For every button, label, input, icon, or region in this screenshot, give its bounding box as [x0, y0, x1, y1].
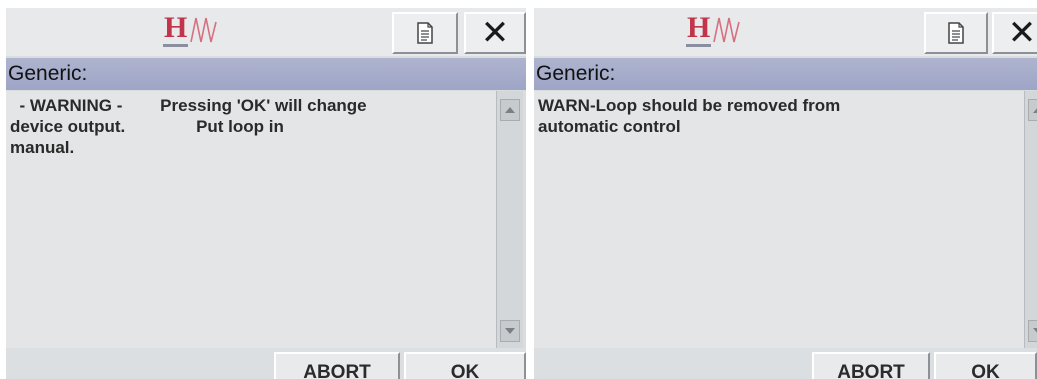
vertical-scrollbar[interactable]: [1024, 91, 1037, 348]
dialog-title-bar: Generic:: [534, 58, 1037, 90]
message-line: automatic control: [538, 117, 681, 136]
scroll-up-arrow-icon: [505, 107, 515, 113]
message-area: - WARNING - Pressing 'OK' will change de…: [6, 91, 496, 348]
scroll-up-button[interactable]: [1028, 99, 1037, 121]
document-icon: [948, 22, 964, 44]
scroll-down-button[interactable]: [500, 320, 520, 342]
action-bar: ABORT OK: [6, 348, 526, 379]
document-button[interactable]: [392, 12, 458, 54]
document-button[interactable]: [924, 12, 988, 54]
logo-letter: H: [163, 12, 189, 47]
dialog-title: Generic:: [536, 62, 616, 85]
ok-button[interactable]: OK: [934, 352, 1037, 379]
close-button[interactable]: ✕: [992, 12, 1037, 54]
abort-button[interactable]: ABORT: [274, 352, 400, 379]
logo-wave-icon: [713, 17, 741, 43]
message-line: WARN-Loop should be removed from: [538, 96, 841, 115]
scroll-down-arrow-icon: [505, 328, 515, 334]
scroll-up-button[interactable]: [500, 99, 520, 121]
scroll-down-arrow-icon: [1033, 328, 1037, 333]
dialog-title: Generic:: [8, 62, 88, 85]
message-line: - WARNING - Pressing 'OK' will change: [10, 96, 367, 115]
ok-button[interactable]: OK: [404, 352, 526, 379]
device-screen-right: H ✕ Generic: WARN-Loop should be removed…: [534, 8, 1037, 379]
close-button[interactable]: ✕: [464, 12, 526, 54]
logo-wave-icon: [190, 17, 218, 43]
close-icon: ✕: [1007, 13, 1037, 53]
hw-logo: H: [686, 12, 743, 52]
message-line: manual.: [10, 138, 75, 157]
device-screen-left: H ✕ Generic: - WARNING - Pressing 'OK' w…: [6, 8, 526, 379]
message-area: WARN-Loop should be removed from automat…: [534, 91, 1024, 348]
scroll-up-arrow-icon: [1033, 108, 1037, 113]
dialog-title-bar: Generic:: [6, 58, 526, 90]
message-line: device output. Put loop in: [10, 117, 284, 136]
document-icon: [417, 22, 433, 44]
action-bar: ABORT OK: [534, 348, 1037, 379]
close-icon: ✕: [480, 13, 510, 53]
screenshot-pair: H ✕ Generic: - WARNING - Pressing 'OK' w…: [0, 0, 1037, 379]
abort-button[interactable]: ABORT: [812, 352, 930, 379]
logo-letter: H: [686, 12, 712, 47]
top-toolbar: H ✕: [534, 8, 1037, 56]
vertical-scrollbar[interactable]: [496, 91, 523, 348]
scroll-down-button[interactable]: [1028, 320, 1037, 342]
hw-logo: H: [163, 12, 220, 52]
top-toolbar: H ✕: [6, 8, 526, 56]
